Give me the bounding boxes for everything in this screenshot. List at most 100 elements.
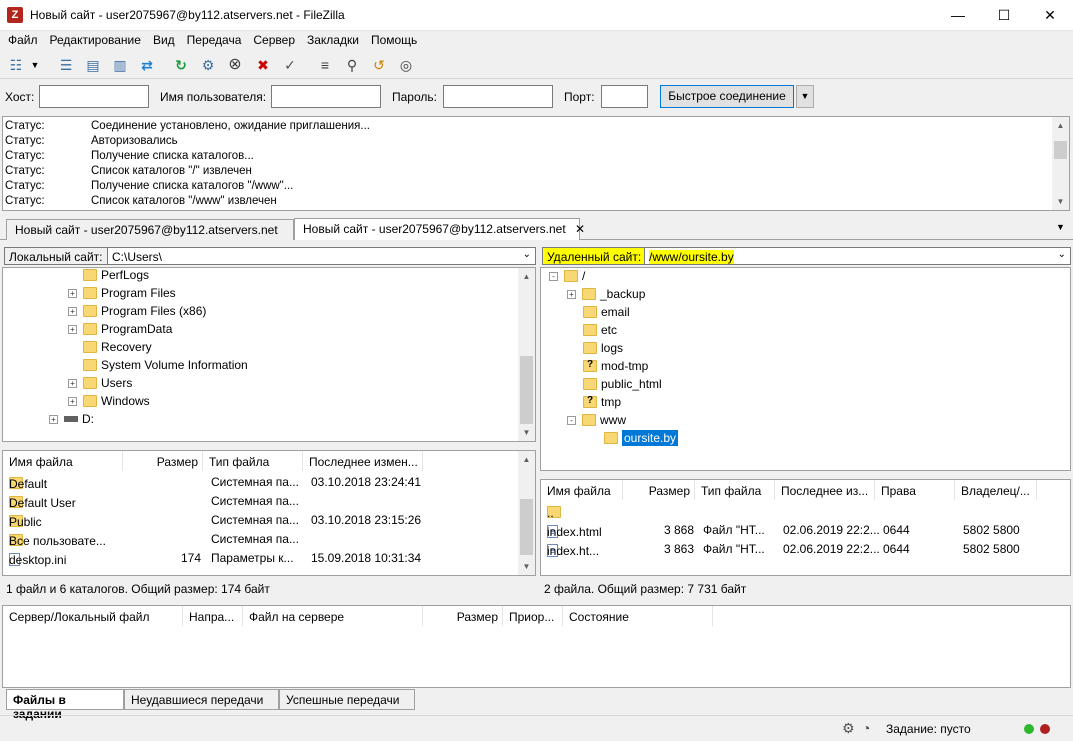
tab-queued-files[interactable]: Файлы в задании <box>6 689 124 721</box>
scroll-down-icon[interactable]: ▼ <box>518 558 535 575</box>
tree-item-programdata[interactable]: + ProgramData <box>68 322 172 340</box>
tree-item-mod-tmp[interactable]: mod-tmp <box>583 359 648 377</box>
table-row[interactable]: Default Системная па... 03.10.2018 23:24:4… <box>3 473 518 492</box>
col-remote-permissions[interactable]: Права <box>875 480 955 500</box>
table-row[interactable]: Default User Системная па... <box>3 492 518 511</box>
menu-view[interactable]: Вид <box>149 31 179 47</box>
collapse-icon[interactable]: - <box>567 416 576 425</box>
col-remote-owner[interactable]: Владелец/... <box>955 480 1037 500</box>
tabs-menu-icon[interactable]: ▼ <box>1056 222 1065 232</box>
username-input[interactable] <box>271 85 381 108</box>
tree-item-system-volume-information[interactable]: System Volume Information <box>83 358 248 376</box>
col-queue-size[interactable]: Размер <box>423 606 503 626</box>
tree-item-public-html[interactable]: public_html <box>583 377 662 395</box>
col-remote-type[interactable]: Тип файла <box>695 480 775 500</box>
scroll-thumb[interactable] <box>520 356 533 424</box>
tree-item-program-files[interactable]: + Program Files <box>68 286 176 304</box>
expand-icon[interactable]: + <box>567 290 576 299</box>
tree-item-perflogs[interactable]: PerfLogs <box>83 268 149 286</box>
menu-bookmarks[interactable]: Закладки <box>303 31 363 47</box>
menu-file[interactable]: Файл <box>4 31 42 47</box>
menu-help[interactable]: Помощь <box>367 31 421 47</box>
table-row[interactable]: e index.ht... 3 863 Файл "НТ... 02.06.2019 2… <box>541 540 1070 559</box>
tree-item-www[interactable]: - www <box>567 413 626 431</box>
close-icon[interactable]: ✕ <box>1027 0 1073 31</box>
remote-path-input[interactable]: /www/oursite.by ⌄ <box>644 247 1071 265</box>
site-manager-dropdown-icon[interactable]: ▼ <box>28 54 42 76</box>
reconnect-icon[interactable]: ✓ <box>279 54 301 76</box>
col-remote-name[interactable]: Имя файла <box>541 480 623 500</box>
tree-item-logs[interactable]: logs <box>583 341 623 359</box>
collapse-icon[interactable]: - <box>549 272 558 281</box>
scroll-down-icon[interactable]: ▼ <box>518 424 535 441</box>
tab-failed-transfers[interactable]: Неудавшиеся передачи <box>124 689 279 710</box>
find-files-binoculars-icon[interactable]: ◎ <box>395 54 417 76</box>
scroll-thumb[interactable] <box>1054 141 1067 159</box>
col-local-type[interactable]: Тип файла <box>203 451 303 471</box>
col-local-size[interactable]: Размер <box>123 451 203 471</box>
col-local-modified[interactable]: Последнее измен... <box>303 451 423 471</box>
quickconnect-button[interactable]: Быстрое соединение <box>660 85 794 108</box>
expand-icon[interactable]: + <box>68 397 77 406</box>
local-tree-scrollbar[interactable]: ▲ ▼ <box>518 268 535 441</box>
tree-item-drive-d[interactable]: + D: <box>49 412 94 430</box>
tab-close-icon[interactable]: ✕ <box>575 222 585 236</box>
menu-transfer[interactable]: Передача <box>183 31 246 47</box>
local-path-input[interactable]: C:\Users\ ⌄ <box>107 247 536 265</box>
tree-item-etc[interactable]: etc <box>583 323 617 341</box>
table-row[interactable]: Все пользовате... Системная па... <box>3 530 518 549</box>
search-icon[interactable]: ⚲ <box>341 54 363 76</box>
col-remote-modified[interactable]: Последнее из... <box>775 480 875 500</box>
col-queue-local-file[interactable]: Сервер/Локальный файл <box>3 606 183 626</box>
toggle-log-icon[interactable]: ☰ <box>55 54 77 76</box>
scroll-up-icon[interactable]: ▲ <box>518 451 535 468</box>
disconnect-icon[interactable]: ✖ <box>252 54 274 76</box>
sync-browsing-icon[interactable]: ↺ <box>368 54 390 76</box>
tree-item-email[interactable]: email <box>583 305 630 323</box>
host-input[interactable] <box>39 85 149 108</box>
tree-item-program-files-x86[interactable]: + Program Files (x86) <box>68 304 206 322</box>
toggle-remote-tree-icon[interactable]: ▥ <box>109 54 131 76</box>
expand-icon[interactable]: + <box>68 307 77 316</box>
menu-edit[interactable]: Редактирование <box>46 31 145 47</box>
tree-item-recovery[interactable]: Recovery <box>83 340 152 358</box>
settings-gear-icon[interactable]: ⚙ <box>842 720 855 737</box>
minimize-icon[interactable]: — <box>935 0 981 31</box>
expand-icon[interactable]: + <box>68 325 77 334</box>
table-row[interactable]: desktop.ini 174 Параметры к... 15.09.2018 1… <box>3 549 518 568</box>
tab-successful-transfers[interactable]: Успешные передачи <box>279 689 415 710</box>
tree-item-tmp[interactable]: tmp <box>583 395 621 413</box>
scroll-down-icon[interactable]: ▼ <box>1052 193 1069 210</box>
toggle-local-tree-icon[interactable]: ▤ <box>82 54 104 76</box>
tab-connection-2[interactable]: Новый сайт - user2075967@by112.atservers… <box>294 218 585 240</box>
expand-icon[interactable]: + <box>68 289 77 298</box>
process-queue-icon[interactable]: ⚙ <box>197 54 219 76</box>
password-input[interactable] <box>443 85 553 108</box>
col-remote-size[interactable]: Размер <box>623 480 695 500</box>
quickconnect-dropdown-icon[interactable]: ▼ <box>796 85 814 108</box>
tab-connection-1[interactable]: Новый сайт - user2075967@by112.atservers… <box>6 219 294 240</box>
scroll-up-icon[interactable]: ▲ <box>1052 117 1069 134</box>
scroll-up-icon[interactable]: ▲ <box>518 268 535 285</box>
table-row[interactable]: Public Системная па... 03.10.2018 23:15:26 <box>3 511 518 530</box>
tree-item-root[interactable]: - / <box>549 269 585 287</box>
expand-icon[interactable]: + <box>49 415 58 424</box>
col-queue-status[interactable]: Состояние <box>563 606 713 626</box>
expand-icon[interactable]: + <box>68 379 77 388</box>
local-list-scrollbar[interactable]: ▲ ▼ <box>518 451 535 575</box>
tree-item-backup[interactable]: + _backup <box>567 287 645 305</box>
cancel-operation-icon[interactable]: ⊗ <box>224 54 246 76</box>
speed-limit-icon[interactable]: ◔ <box>862 720 870 736</box>
col-queue-remote-file[interactable]: Файл на сервере <box>243 606 423 626</box>
port-input[interactable] <box>601 85 648 108</box>
menu-server[interactable]: Сервер <box>249 31 299 47</box>
maximize-icon[interactable]: ☐ <box>981 0 1027 31</box>
refresh-icon[interactable]: ↻ <box>170 54 192 76</box>
directory-listing-filters-icon[interactable]: ≡ <box>314 54 336 76</box>
table-row[interactable]: e index.html 3 868 Файл "НТ... 02.06.2019 22… <box>541 521 1070 540</box>
col-queue-priority[interactable]: Приор... <box>503 606 563 626</box>
col-local-name[interactable]: Имя файла <box>3 451 123 471</box>
tree-item-windows[interactable]: + Windows <box>68 394 150 412</box>
table-row[interactable]: .. <box>541 502 1070 521</box>
tree-item-users[interactable]: + Users <box>68 376 132 394</box>
